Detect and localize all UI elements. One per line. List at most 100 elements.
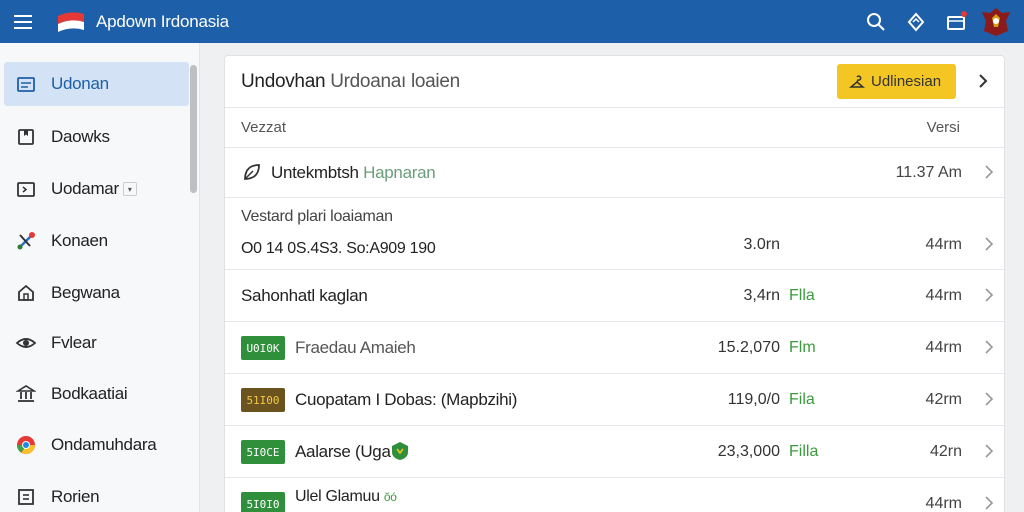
row-title: Cuopatam I Dobas: (Mapbzihi) [295, 390, 518, 409]
sidebar-scrollbar[interactable] [190, 65, 197, 193]
sidebar-item-label: Bodkaatiai [51, 384, 128, 403]
chevron-right-icon [984, 287, 994, 308]
page-title-sub: Urdoanaı loaien [330, 70, 460, 92]
main-card: Undovhan Urdoanaı loaien Udlinesian Vezz… [224, 55, 1005, 512]
sync-icon [907, 11, 925, 32]
row-title: Ulel Glamuu [295, 488, 380, 505]
notifications-button[interactable] [936, 0, 976, 43]
sync-button[interactable] [896, 0, 936, 43]
bank-icon [14, 382, 38, 406]
sidebar-item-daowks[interactable]: Daowks [4, 115, 189, 159]
row-distance: 44rm [925, 339, 962, 356]
sidebar-item-label: Rorien [51, 487, 100, 506]
indonesia-flag-icon [56, 8, 86, 36]
row-type: Flm [789, 339, 816, 356]
row-amount: 3,4rn [743, 287, 780, 304]
sidebar-item-label: Begwana [51, 283, 120, 302]
column-header-row: Vezzat Versi [225, 108, 1004, 148]
row-amount: 119,0/0 [727, 391, 780, 408]
row-type: Fila [789, 391, 815, 408]
chevron-right-icon [984, 236, 994, 257]
notification-dot [961, 11, 967, 17]
status-badge: U0I0K [241, 336, 285, 360]
sidebar-item-rorien[interactable]: Rorien [4, 475, 189, 512]
row-distance: 11.37 Am [895, 164, 962, 181]
row-title: Aalarse (Uga [295, 442, 391, 461]
table-row[interactable]: 51I00 Cuopatam I Dobas: (Mapbzihi) 119,0… [225, 374, 1004, 426]
row-amount: 3.0rn [743, 236, 780, 253]
hanger-icon [849, 74, 865, 90]
row-amount: 23,3,000 [717, 443, 780, 460]
top-app-bar: Apdown Irdonasia [0, 0, 1024, 43]
row-title: Vestard plari loaiaman [241, 208, 393, 225]
sidebar-item-bodkaatiai[interactable]: Bodkaatiai [4, 372, 189, 416]
row-type: Flla [789, 287, 815, 304]
page-title: Undovhan Urdoanaı loaien [241, 71, 460, 93]
chevron-right-icon [984, 391, 994, 412]
chevron-right-icon [984, 443, 994, 464]
bookmark-box-icon [14, 125, 38, 149]
sidebar-item-label: Konaen [51, 231, 108, 250]
page-title-main: Undovhan [241, 70, 326, 92]
table-row[interactable]: U0I0K Fraedau Amaieh 15.2,070 Flm 44rm [225, 322, 1004, 374]
row-subtitle: Hapnaran [363, 163, 436, 182]
search-icon [867, 12, 885, 31]
sidebar-item-label: Ondamuhdara [51, 435, 157, 454]
table-row[interactable]: Untekmbtsh Hapnaran 11.37 Am [225, 148, 1004, 198]
table-row[interactable]: Sahonhatl kaglan 3,4rn Flla 44rm [225, 270, 1004, 322]
status-badge: 5I0CE [241, 440, 285, 464]
chevron-right-icon [984, 339, 994, 360]
indonesian-button[interactable]: Udlinesian [837, 64, 956, 99]
home-icon [14, 281, 38, 305]
row-title: Fraedau Amaieh [295, 338, 416, 357]
sidebar-item-begwana[interactable]: Begwana [4, 271, 189, 315]
calendar-icon [14, 72, 38, 96]
app-title: Apdown Irdonasia [96, 11, 229, 31]
hamburger-menu-button[interactable] [0, 0, 48, 43]
column-header-right: Versi [926, 119, 960, 136]
sidebar-item-fvlear[interactable]: Fvlear [4, 321, 189, 365]
sidebar: Udonan Daowks Uodamar ▾ Konaen Begwana F… [0, 43, 200, 512]
menu-icon [14, 14, 32, 29]
chevron-right-icon [984, 164, 994, 185]
table-row[interactable]: 5I0CE Aalarse (Uga 23,3,000 Filla 42rn [225, 426, 1004, 478]
shield-icon [391, 441, 409, 466]
sidebar-item-konaen[interactable]: Konaen [4, 219, 189, 263]
row-title: Untekmbtsh [271, 163, 359, 182]
status-badge: 51I00 [241, 388, 285, 412]
chevron-right-icon[interactable] [976, 72, 990, 95]
status-badge: 5I0I0 [241, 492, 285, 512]
eye-icon [14, 331, 38, 355]
folder-icon [14, 177, 38, 201]
row-distance: 42rn [929, 443, 962, 460]
sidebar-item-udonan[interactable]: Udonan [4, 62, 189, 106]
search-button[interactable] [856, 0, 896, 43]
card-header: Undovhan Urdoanaı loaien Udlinesian [225, 56, 1004, 108]
table-row[interactable]: 5I0I0 Ulel Glamuu ŏó 44rm [225, 478, 1004, 512]
tools-icon [14, 229, 38, 253]
row-distance: 44rm [925, 287, 962, 304]
table-row[interactable]: Vestard plari loaiaman O0 14 0S.4S3. So:… [225, 198, 1004, 270]
row-details: O0 14 0S.4S3. So:A909 190 [241, 240, 436, 257]
sidebar-item-label: Udonan [51, 74, 109, 93]
grid-icon [14, 485, 38, 509]
garuda-emblem-icon [976, 0, 1016, 43]
row-distance: 44rm [925, 236, 962, 253]
row-amount: 15.2,070 [717, 339, 780, 356]
chrome-icon [14, 433, 38, 457]
row-type: Filla [789, 443, 819, 460]
column-header-left: Vezzat [241, 119, 287, 136]
sidebar-item-label: Uodamar [51, 179, 119, 198]
top-actions [856, 0, 1024, 43]
row-subtitle: ŏó [383, 490, 397, 504]
chevron-down-icon[interactable]: ▾ [122, 182, 137, 196]
chevron-right-icon [984, 495, 994, 512]
leaf-icon [241, 161, 263, 188]
indonesian-button-label: Udlinesian [871, 73, 942, 90]
row-title: Sahonhatl kaglan [241, 286, 368, 305]
sidebar-item-uodamar[interactable]: Uodamar ▾ [4, 167, 189, 211]
row-distance: 44rm [925, 495, 962, 512]
sidebar-item-label: Daowks [51, 127, 110, 146]
sidebar-item-ondamuhdara[interactable]: Ondamuhdara [4, 423, 189, 467]
row-distance: 42rm [925, 391, 962, 408]
